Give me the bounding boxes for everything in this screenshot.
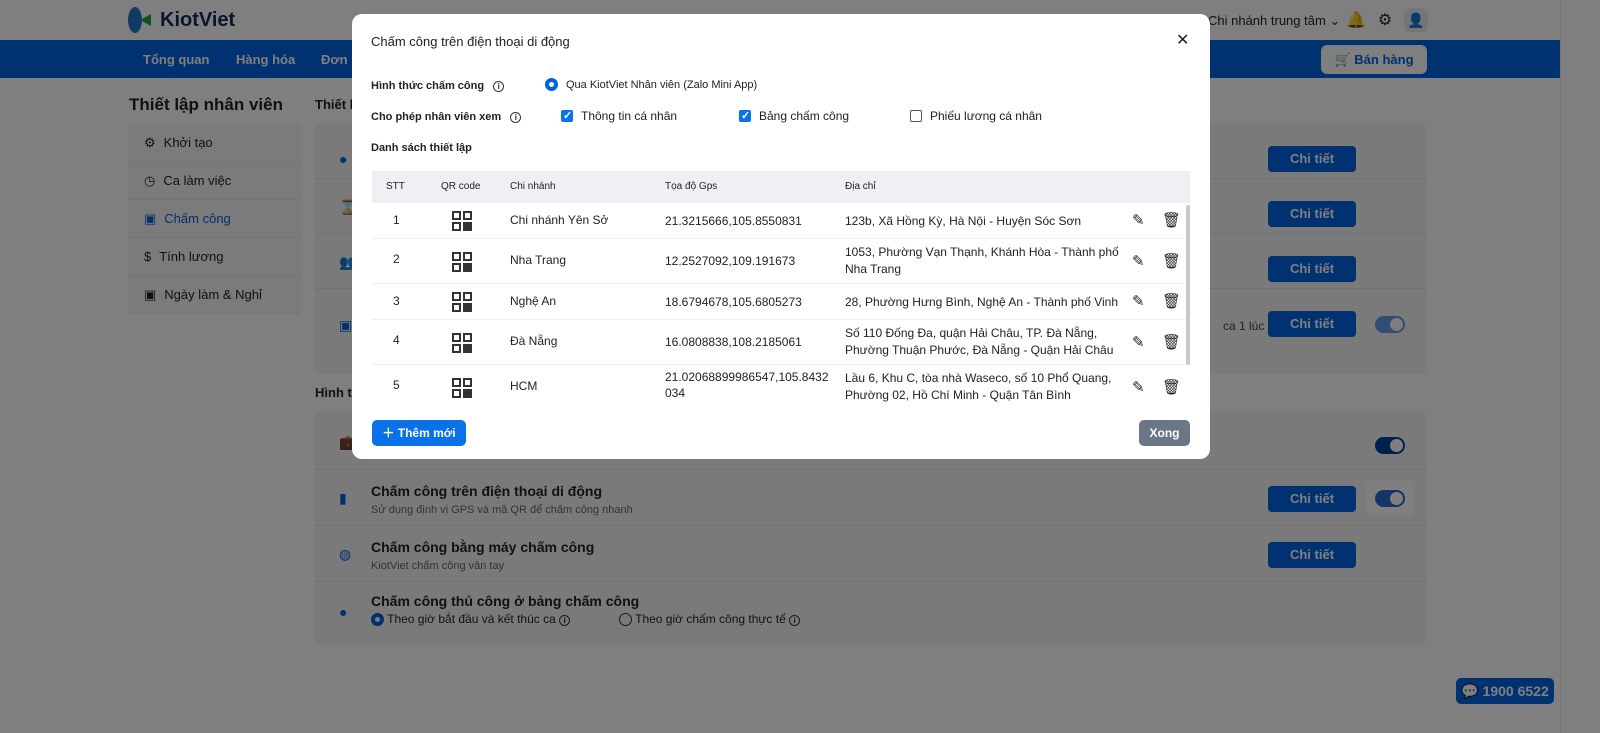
edit-pencil-icon[interactable]: ✎	[1132, 378, 1145, 396]
row-gps: 18.6794678,105.6805273	[665, 295, 802, 309]
edit-pencil-icon[interactable]: ✎	[1132, 252, 1145, 270]
table-header: STT QR code Chi nhánh Tọa độ Gps Địa chỉ	[372, 171, 1190, 203]
qr-code-icon[interactable]	[452, 292, 472, 312]
col-branch: Chi nhánh	[510, 181, 556, 192]
plus-icon: ＋	[382, 426, 395, 440]
qr-code-icon[interactable]	[452, 251, 472, 272]
row-gps: 12.2527092,109.191673	[665, 254, 796, 268]
checkbox-checked[interactable]	[739, 109, 751, 122]
row-branch: Nghệ An	[510, 294, 557, 308]
delete-trash-icon[interactable]: 🗑	[1162, 292, 1181, 310]
checkbox-personal-info[interactable]: Thông tin cá nhân	[561, 109, 677, 123]
edit-pencil-icon[interactable]: ✎	[1132, 211, 1145, 229]
edit-pencil-icon[interactable]: ✎	[1132, 292, 1145, 310]
qr-code-icon[interactable]	[452, 211, 472, 231]
close-icon[interactable]: ✕	[1176, 30, 1189, 50]
delete-trash-icon[interactable]: 🗑	[1162, 211, 1181, 229]
table-row: 3 Nghệ An 18.6794678,105.6805273 28, Phường…	[372, 284, 1190, 320]
table-row: 1 Chi nhánh Yên Sở 21.3215666,105.8550831 1…	[372, 203, 1190, 239]
col-stt: STT	[386, 181, 405, 192]
add-new-button[interactable]: ＋ Thêm mới	[372, 420, 466, 446]
label-text: Hình thức chấm công	[371, 80, 485, 92]
label-text: Cho phép nhân viên xem	[371, 111, 502, 123]
checkbox-payslip[interactable]: Phiếu lương cá nhân	[910, 109, 1042, 123]
radio-selected[interactable]	[545, 78, 558, 91]
info-icon[interactable]: i	[510, 112, 522, 123]
row-address: 123b, Xã Hồng Kỳ, Hà Nội - Huyện Sóc Sơn	[845, 214, 1081, 228]
row-branch: Đà Nẵng	[510, 334, 558, 348]
method-option[interactable]: Qua KiotViet Nhân viên (Zalo Mini App)	[545, 78, 757, 91]
table-row: 2 Nha Trang 12.2527092,109.191673 1053, Phư…	[372, 239, 1190, 284]
done-button[interactable]: Xong	[1139, 420, 1190, 446]
row-branch: Nha Trang	[510, 253, 567, 267]
delete-trash-icon[interactable]: 🗑	[1162, 378, 1181, 396]
allow-label: Cho phép nhân viên xem i	[371, 111, 522, 123]
checkbox-timesheet[interactable]: Bảng chấm công	[739, 109, 849, 123]
row-branch: HCM	[510, 379, 538, 393]
row-stt: 3	[393, 294, 400, 308]
table-row: 5 HCM 21.02068899986547,105.8432034 Lầu 6, …	[372, 365, 1190, 410]
add-label: Thêm mới	[397, 426, 456, 440]
delete-trash-icon[interactable]: 🗑	[1162, 252, 1181, 270]
row-branch: Chi nhánh Yên Sở	[510, 213, 609, 227]
modal-title: Chấm công trên điện thoại di động	[371, 34, 570, 49]
delete-trash-icon[interactable]: 🗑	[1162, 333, 1181, 351]
list-label: Danh sách thiết lập	[371, 142, 472, 154]
mobile-attendance-modal: Chấm công trên điện thoại di động ✕ Hình…	[352, 14, 1210, 459]
checkbox-label: Phiếu lương cá nhân	[930, 109, 1042, 123]
row-stt: 5	[393, 378, 400, 392]
checkbox-checked[interactable]	[561, 109, 573, 122]
row-stt: 4	[393, 333, 400, 347]
checkbox-label: Thông tin cá nhân	[581, 109, 678, 123]
row-gps: 21.3215666,105.8550831	[665, 214, 802, 228]
method-label: Hình thức chấm công i	[371, 80, 505, 92]
settings-table: STT QR code Chi nhánh Tọa độ Gps Địa chỉ…	[372, 171, 1190, 410]
qr-code-icon[interactable]	[452, 332, 472, 353]
row-gps: 21.02068899986547,105.8432034	[665, 370, 829, 400]
row-address: 28, Phường Hưng Bình, Nghệ An - Thành ph…	[845, 295, 1119, 309]
row-stt: 2	[393, 252, 400, 266]
col-gps: Tọa độ Gps	[665, 181, 718, 192]
edit-pencil-icon[interactable]: ✎	[1132, 333, 1145, 351]
col-qr: QR code	[441, 181, 481, 192]
table-scrollbar[interactable]	[1186, 205, 1190, 365]
row-gps: 16.0808838,108.2185061	[665, 335, 802, 349]
checkbox-unchecked[interactable]	[910, 110, 922, 122]
col-address: Địa chỉ	[845, 181, 876, 192]
table-row: 4 Đà Nẵng 16.0808838,108.2185061 Số 110 Đốn…	[372, 320, 1190, 365]
info-icon[interactable]: i	[493, 81, 505, 92]
row-address: 1053, Phường Vạn Thạnh, Khánh Hòa - Thàn…	[845, 245, 1119, 276]
row-address: Lầu 6, Khu C, tòa nhà Waseco, số 10 Phổ …	[845, 371, 1112, 402]
qr-code-icon[interactable]	[452, 378, 472, 398]
row-stt: 1	[393, 213, 400, 227]
row-address: Số 110 Đống Đa, quận Hải Châu, TP. Đà Nẵ…	[845, 326, 1114, 357]
option-label: Qua KiotViet Nhân viên (Zalo Mini App)	[566, 78, 758, 91]
checkbox-label: Bảng chấm công	[759, 109, 850, 123]
